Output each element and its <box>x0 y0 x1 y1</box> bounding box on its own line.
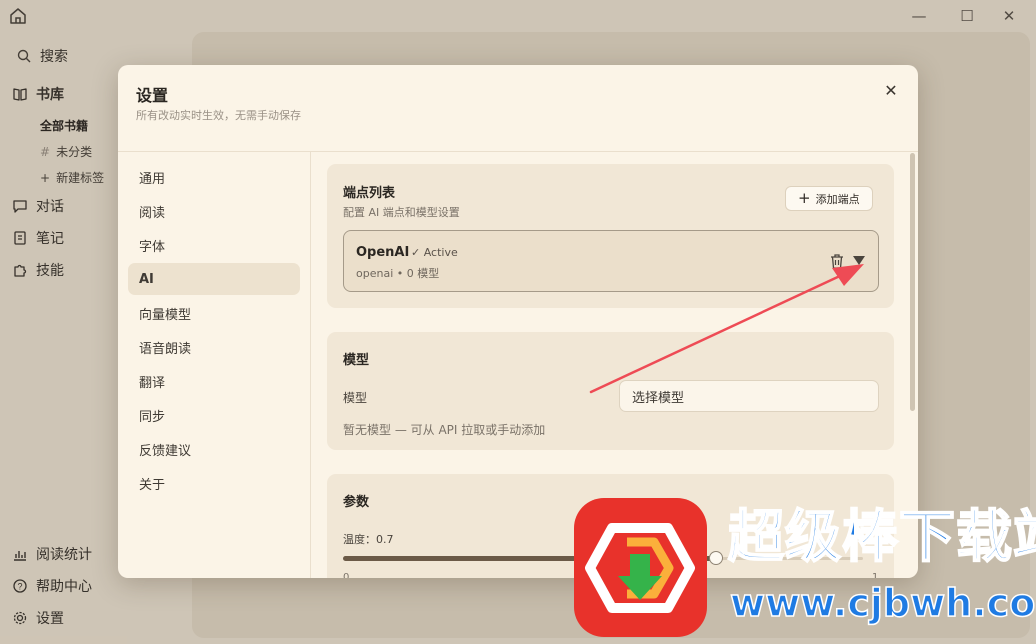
tab-label: 关于 <box>139 477 166 493</box>
chevron-down-icon[interactable] <box>852 253 866 267</box>
endpoint-name: OpenAI <box>356 245 410 260</box>
endpoint-status: ✓ Active <box>411 246 458 259</box>
temperature-min: 0 <box>343 572 350 578</box>
temperature-label: 温度：0.7 <box>343 533 394 546</box>
endpoints-desc: 配置 AI 端点和模型设置 <box>343 206 460 219</box>
params-title: 参数 <box>343 495 370 510</box>
endpoint-meta: openai • 0 模型 <box>356 267 440 280</box>
tab-sync[interactable]: 同步 <box>128 399 300 431</box>
endpoint-item[interactable]: OpenAI ✓ Active openai • 0 模型 <box>343 230 879 292</box>
trash-icon[interactable] <box>828 252 846 270</box>
add-endpoint-label: 添加端点 <box>815 192 860 206</box>
tab-label: AI <box>139 271 154 287</box>
dialog-subtitle: 所有改动实时生效，无需手动保存 <box>136 109 301 122</box>
tab-vector-model[interactable]: 向量模型 <box>128 297 300 329</box>
temperature-max: 1 <box>872 572 879 578</box>
tab-feedback[interactable]: 反馈建议 <box>128 433 300 465</box>
tab-label: 字体 <box>139 239 166 255</box>
tab-font[interactable]: 字体 <box>128 229 300 261</box>
tab-tts[interactable]: 语音朗读 <box>128 331 300 363</box>
watermark-text: 超级棒下载站 <box>727 505 1036 570</box>
content-scrollbar[interactable] <box>910 153 915 411</box>
endpoints-card: 端点列表 配置 AI 端点和模型设置 + 添加端点 OpenAI ✓ Activ… <box>327 164 894 308</box>
settings-dialog: 设置 所有改动实时生效，无需手动保存 ✕ 通用 阅读 字体 AI 向量模型 语音… <box>118 65 918 578</box>
tab-label: 阅读 <box>139 205 166 221</box>
settings-nav: 通用 阅读 字体 AI 向量模型 语音朗读 翻译 同步 反馈建议 关于 <box>128 161 300 501</box>
tab-label: 同步 <box>139 409 166 425</box>
tab-label: 向量模型 <box>139 307 192 323</box>
close-icon[interactable]: ✕ <box>880 79 902 101</box>
dialog-title: 设置 <box>136 86 169 105</box>
tab-label: 翻译 <box>139 375 166 391</box>
tab-label: 语音朗读 <box>139 341 192 357</box>
tab-label: 通用 <box>139 171 166 187</box>
endpoints-title: 端点列表 <box>343 186 396 201</box>
model-title: 模型 <box>343 353 370 368</box>
model-card: 模型 模型 选择模型 暂无模型 — 可从 API 拉取或手动添加 <box>327 332 894 450</box>
model-hint: 暂无模型 — 可从 API 拉取或手动添加 <box>343 423 546 437</box>
watermark-url: www.cjbwh.com <box>729 581 1036 625</box>
add-endpoint-button[interactable]: + 添加端点 <box>785 186 873 211</box>
tab-about[interactable]: 关于 <box>128 467 300 499</box>
temperature-slider-thumb[interactable] <box>709 551 723 565</box>
tab-ai[interactable]: AI <box>128 263 300 295</box>
plus-icon: + <box>798 189 811 207</box>
tab-reading[interactable]: 阅读 <box>128 195 300 227</box>
model-label: 模型 <box>343 391 368 405</box>
tab-translate[interactable]: 翻译 <box>128 365 300 397</box>
tab-label: 反馈建议 <box>139 443 192 459</box>
model-select-placeholder: 选择模型 <box>632 390 685 406</box>
tab-general[interactable]: 通用 <box>128 161 300 193</box>
watermark-logo <box>574 498 707 637</box>
model-select[interactable]: 选择模型 <box>619 380 879 412</box>
